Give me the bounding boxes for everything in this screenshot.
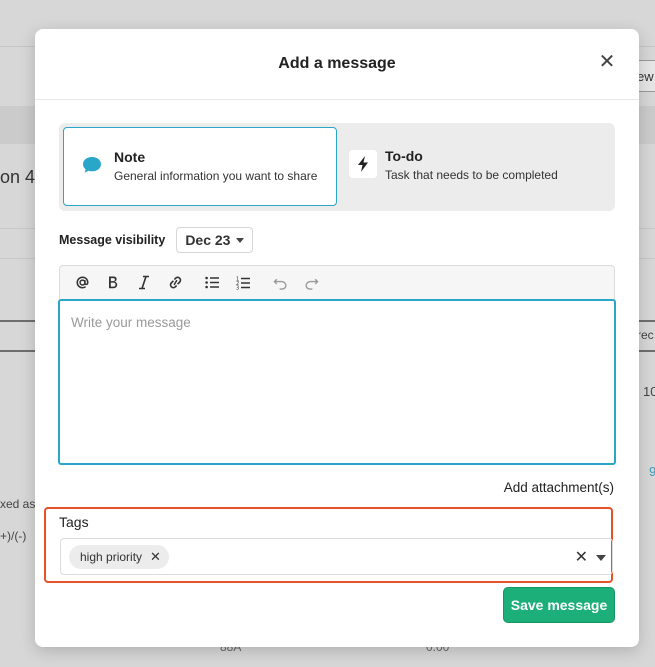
remove-tag-icon[interactable]: ✕ xyxy=(150,549,161,565)
link-icon[interactable] xyxy=(161,270,189,296)
todo-subtitle: Task that needs to be completed xyxy=(385,168,558,182)
tags-input[interactable]: high priority ✕ ✕ xyxy=(60,538,613,575)
tags-label: Tags xyxy=(59,514,89,530)
add-message-modal: Add a message ✕ Note General information… xyxy=(35,29,639,647)
message-type-selector: Note General information you want to sha… xyxy=(59,123,615,211)
chevron-down-icon[interactable] xyxy=(596,555,606,561)
message-type-note[interactable]: Note General information you want to sha… xyxy=(63,127,337,206)
bullet-list-icon[interactable] xyxy=(198,270,226,296)
tags-section: Tags high priority ✕ ✕ xyxy=(44,507,613,583)
background-link: 9 xyxy=(649,464,655,479)
speech-bubble-icon xyxy=(78,151,106,179)
visibility-row: Message visibility Dec 23 xyxy=(59,227,254,253)
bold-icon[interactable] xyxy=(99,270,127,296)
lightning-bolt-icon xyxy=(349,150,377,178)
tag-chip-label: high priority xyxy=(80,549,143,564)
message-editor[interactable]: Write your message xyxy=(58,299,616,465)
chevron-down-icon xyxy=(236,237,245,243)
todo-title: To-do xyxy=(385,148,423,164)
visibility-label: Message visibility xyxy=(59,233,166,247)
note-title: Note xyxy=(114,149,146,165)
svg-text:3: 3 xyxy=(236,285,239,290)
clear-tags-icon[interactable]: ✕ xyxy=(575,547,588,567)
editor-placeholder: Write your message xyxy=(71,315,191,330)
close-icon[interactable]: ✕ xyxy=(597,52,617,73)
visibility-value: Dec 23 xyxy=(185,232,231,248)
message-type-todo[interactable]: To-do Task that needs to be completed xyxy=(341,127,611,206)
numbered-list-icon[interactable]: 123 xyxy=(229,270,257,296)
italic-icon[interactable] xyxy=(130,270,158,296)
note-subtitle: General information you want to share xyxy=(114,169,318,183)
add-attachment-link[interactable]: Add attachment(s) xyxy=(504,480,614,495)
mention-icon[interactable] xyxy=(68,270,96,296)
modal-header: Add a message ✕ xyxy=(35,29,639,100)
tag-chip: high priority ✕ xyxy=(69,544,169,569)
background-text: xed as xyxy=(0,497,36,511)
background-value: 10 xyxy=(643,384,655,399)
redo-icon[interactable] xyxy=(297,270,325,296)
undo-icon[interactable] xyxy=(266,270,294,296)
modal-title: Add a message xyxy=(278,55,396,72)
editor-toolbar: 123 xyxy=(59,265,615,299)
save-message-button[interactable]: Save message xyxy=(503,587,615,623)
visibility-dropdown[interactable]: Dec 23 xyxy=(176,227,254,253)
background-column-header: rec xyxy=(637,328,654,342)
background-text: +)/(-) xyxy=(0,529,27,543)
